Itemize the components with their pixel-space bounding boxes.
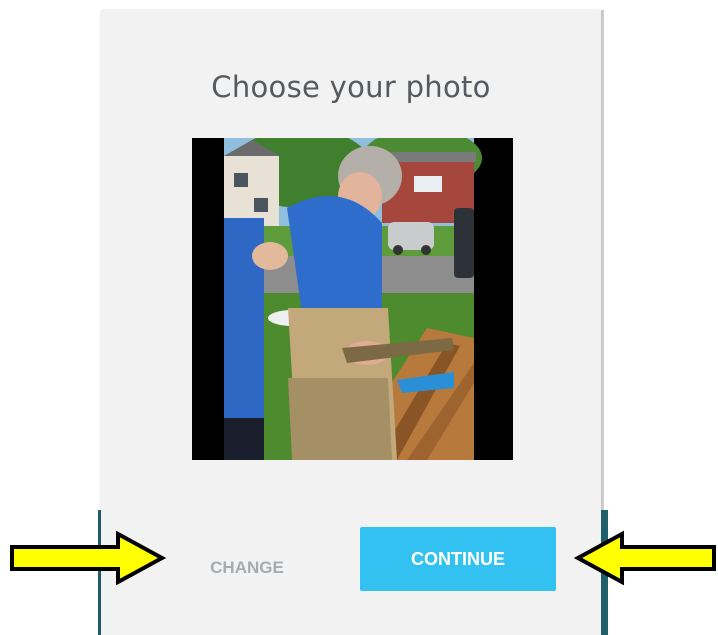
change-button[interactable]: CHANGE	[202, 548, 292, 588]
backdrop-edge	[601, 10, 604, 510]
continue-button[interactable]: CONTINUE	[360, 527, 556, 591]
photo-image	[224, 138, 482, 460]
dialog-title: Choose your photo	[211, 70, 491, 104]
photo-preview	[192, 138, 513, 460]
arrow-left-icon	[574, 530, 716, 586]
arrow-right-icon	[10, 530, 167, 586]
choose-photo-dialog: Choose your photo CHANGE CONTINUE	[101, 10, 601, 635]
